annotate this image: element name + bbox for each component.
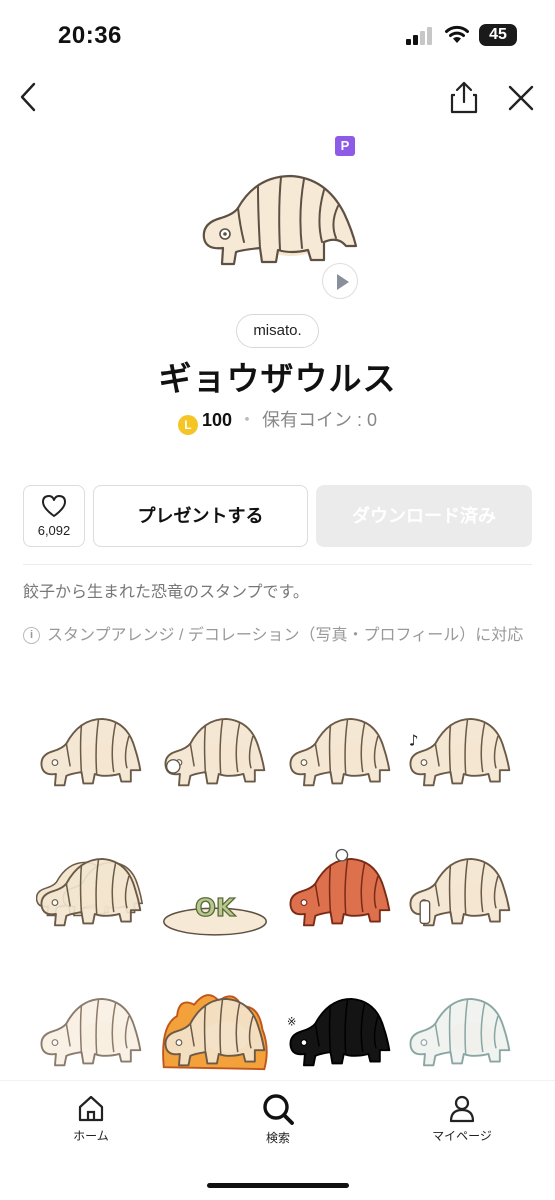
battery-indicator: 45	[479, 24, 517, 46]
tab-search-label: 検索	[265, 1131, 290, 1145]
line-coin-icon: L	[177, 415, 198, 435]
wifi-icon	[445, 25, 469, 43]
status-bar: 20:36 45	[0, 0, 555, 70]
feature-note-text: スタンプアレンジ / デコレーション（写真・プロフィール）に対応	[47, 627, 524, 644]
owned-coins: 保有コイン : 0	[262, 410, 378, 430]
sticker-wrapped[interactable]	[405, 985, 515, 1080]
sticker-grid: ♪ OK ※	[0, 695, 555, 1080]
signal-icon	[406, 27, 432, 45]
home-indicator	[207, 1183, 349, 1188]
play-preview-button[interactable]	[322, 263, 358, 299]
tab-home-label: ホーム	[73, 1129, 109, 1143]
pack-description: 餃子から生まれた恐竜のスタンプです。	[23, 584, 309, 601]
back-icon[interactable]	[14, 80, 46, 114]
tab-home[interactable]: ホーム	[41, 1093, 141, 1144]
sticker-group[interactable]	[36, 845, 146, 945]
tab-mypage-label: マイページ	[432, 1129, 492, 1143]
heart-icon	[42, 495, 66, 517]
present-button[interactable]: プレゼントする	[93, 485, 308, 547]
sticker-ok-sign[interactable]	[160, 705, 270, 805]
person-icon	[449, 1095, 475, 1123]
sticker-ok-plate[interactable]: OK	[160, 845, 270, 945]
tab-search[interactable]: 検索	[228, 1093, 328, 1146]
download-button[interactable]: ダウンロード済み	[316, 485, 532, 547]
author-name-button[interactable]: misato.	[236, 314, 319, 348]
tab-mypage[interactable]: マイページ	[412, 1093, 512, 1144]
price: 100	[201, 410, 233, 430]
sticker-sketch[interactable]	[36, 985, 146, 1080]
sticker-standing[interactable]	[285, 705, 395, 805]
sticker-fire[interactable]	[160, 985, 270, 1080]
status-time: 20:36	[58, 22, 122, 49]
like-count: 6,092	[37, 523, 71, 538]
price-row: L 100 ・保有コイン : 0	[0, 407, 555, 435]
like-button[interactable]: 6,092	[23, 485, 85, 547]
feature-note: i スタンプアレンジ / デコレーション（写真・プロフィール）に対応	[23, 625, 533, 647]
svg-text:※: ※	[287, 1015, 297, 1029]
sticker-red-angry[interactable]	[285, 845, 395, 945]
sticker-plain[interactable]	[36, 705, 146, 805]
share-icon[interactable]	[447, 80, 481, 116]
premium-badge: P	[335, 136, 355, 156]
sticker-pack-title: ギョウザウルス	[158, 360, 397, 397]
separator: ・	[238, 410, 257, 430]
svg-text:♪: ♪	[409, 732, 419, 750]
tab-bar: ホーム 検索 マイページ	[0, 1080, 555, 1200]
sticker-black[interactable]: ※	[285, 985, 395, 1080]
main-sticker-image[interactable]	[196, 168, 362, 278]
search-icon	[263, 1094, 294, 1125]
home-icon	[78, 1095, 104, 1122]
close-icon[interactable]	[505, 82, 537, 114]
ok-text: OK	[195, 893, 236, 922]
info-icon: i	[23, 627, 40, 644]
sticker-hungry[interactable]	[405, 845, 515, 945]
divider	[23, 564, 532, 565]
sticker-music-note[interactable]: ♪	[405, 705, 515, 805]
